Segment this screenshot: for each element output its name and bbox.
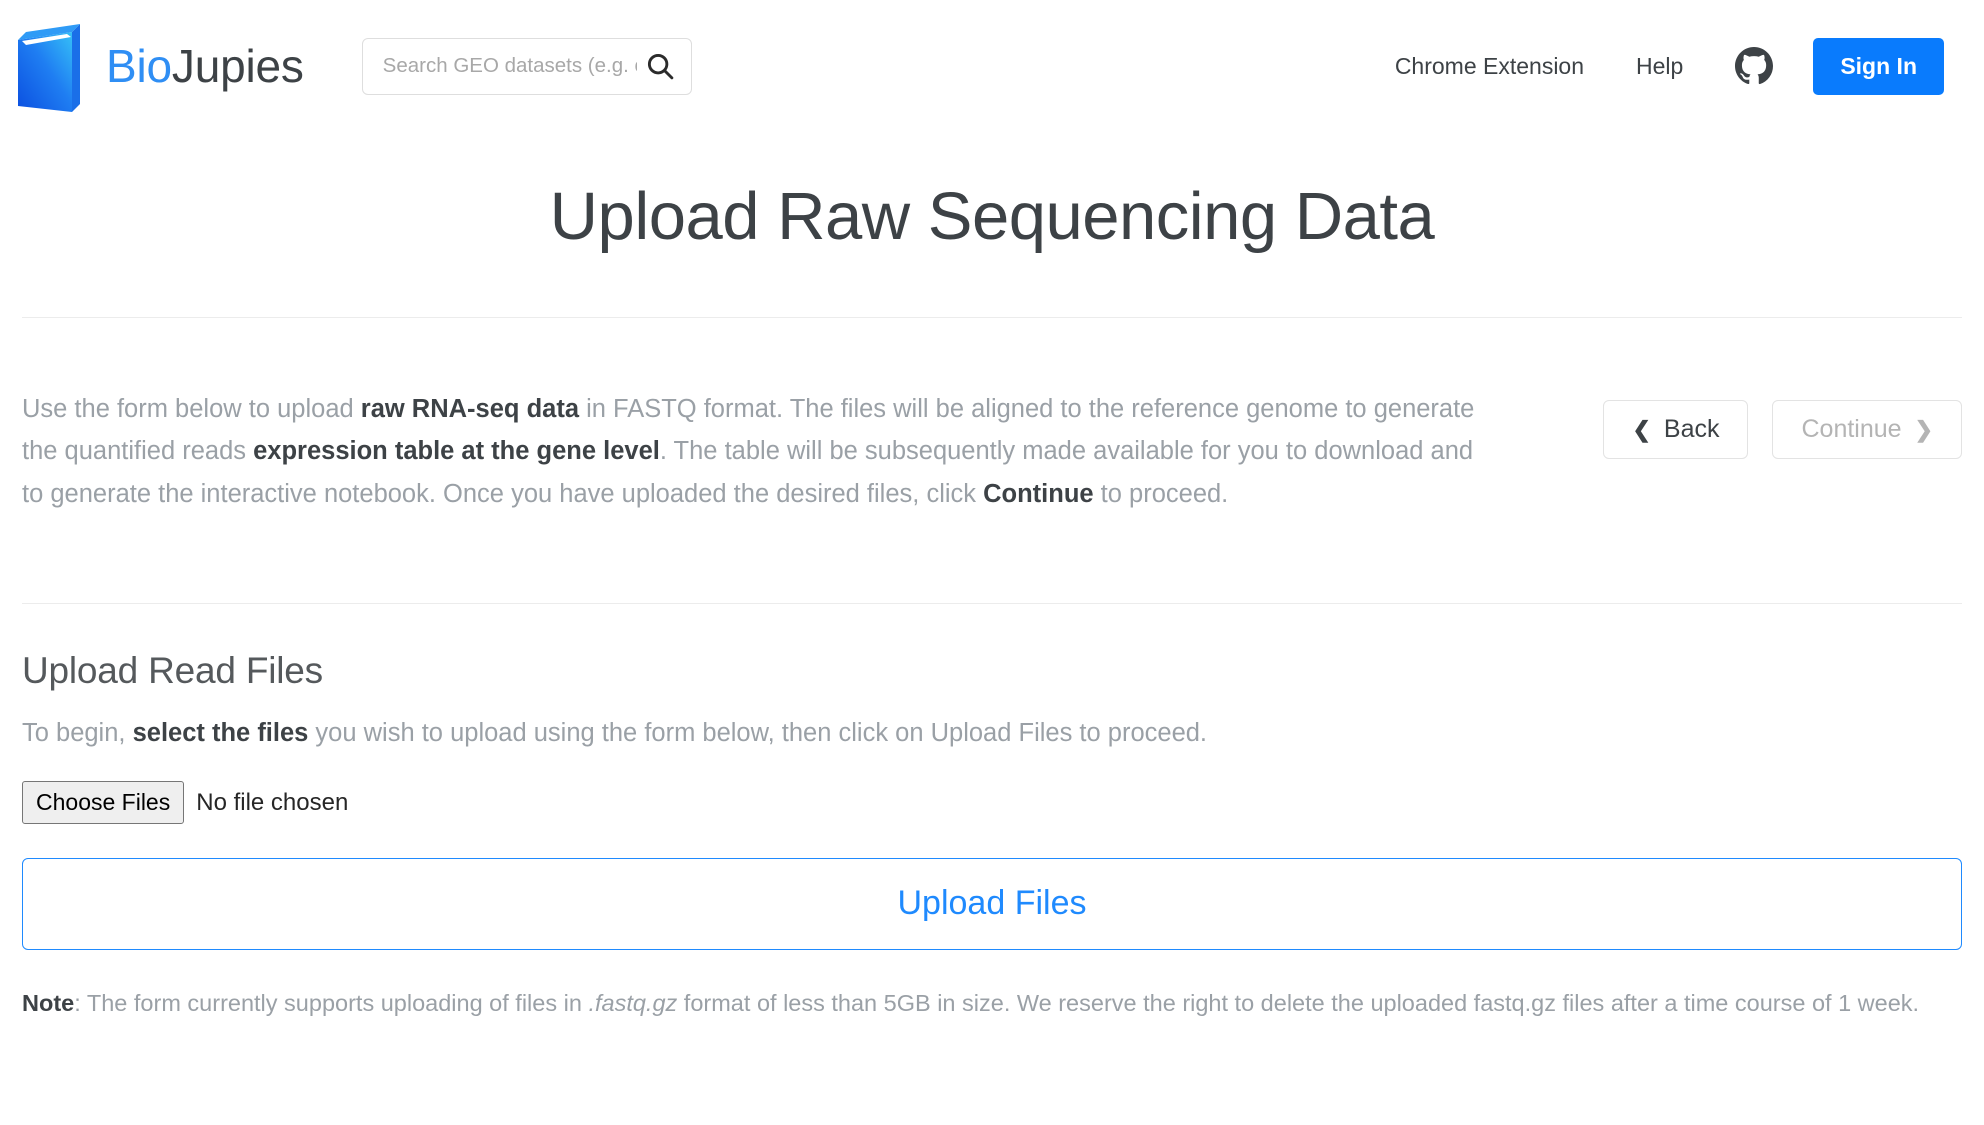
search-container [361, 37, 692, 95]
section-heading: Upload Read Files [22, 650, 323, 692]
intro-bold-2: expression table at the gene level [253, 437, 660, 466]
chevron-right-icon: ❯ [1914, 416, 1933, 442]
choose-files-button[interactable]: Choose Files [22, 780, 185, 825]
github-icon[interactable] [1709, 47, 1799, 85]
note-label: Note [22, 989, 75, 1016]
nav-link-chrome-extension[interactable]: Chrome Extension [1369, 53, 1610, 80]
back-button[interactable]: ❮ Back [1603, 400, 1749, 459]
nav-link-help[interactable]: Help [1610, 53, 1709, 80]
intro-text-4: to proceed. [1093, 480, 1229, 509]
note-format: .fastq.gz [588, 989, 678, 1016]
continue-button[interactable]: Continue ❯ [1772, 400, 1962, 459]
file-input-row: Choose Files No file chosen [22, 780, 1962, 825]
note-text-1: : The form currently supports uploading … [74, 989, 589, 1016]
wizard-nav-buttons: ❮ Back Continue ❯ [1603, 362, 1962, 459]
page-title: Upload Raw Sequencing Data [549, 179, 1435, 254]
intro-bold-1: raw RNA-seq data [360, 394, 580, 423]
section-sub-text-1: To begin, [22, 719, 133, 748]
brand-logo-link[interactable]: BioJupies [10, 20, 304, 112]
brand-text: BioJupies [106, 43, 304, 89]
file-chosen-status: No file chosen [196, 788, 349, 816]
intro-paragraph: Use the form below to upload raw RNA-seq… [22, 388, 1482, 516]
section-sub-bold: select the files [132, 719, 309, 748]
brand-prefix: Bio [106, 40, 172, 92]
upload-read-files-section: Upload Read Files To begin, select the f… [0, 604, 1984, 1021]
navbar-right: Chrome Extension Help Sign In [1369, 37, 1944, 95]
intro-bold-3: Continue [983, 480, 1094, 509]
note-text-2: format of less than 5GB in size. We rese… [677, 989, 1920, 1016]
book-icon [10, 20, 88, 112]
sign-in-button[interactable]: Sign In [1813, 37, 1944, 95]
search-input[interactable] [380, 53, 639, 79]
continue-button-label: Continue [1801, 415, 1902, 443]
top-navbar: BioJupies Chrome Extension Help Sign In [0, 0, 1984, 132]
intro-text-1: Use the form below to upload [22, 394, 361, 423]
section-subtitle: To begin, select the files you wish to u… [22, 714, 1962, 752]
intro-section: Use the form below to upload raw RNA-seq… [0, 318, 1984, 541]
search-box[interactable] [361, 37, 692, 95]
upload-files-button[interactable]: Upload Files [22, 858, 1962, 950]
search-icon[interactable] [645, 51, 675, 81]
brand-suffix: Jupies [171, 40, 304, 92]
section-sub-text-2: you wish to upload using the form below,… [308, 719, 1208, 748]
back-button-label: Back [1663, 415, 1720, 443]
chevron-left-icon: ❮ [1632, 416, 1651, 442]
upload-note: Note: The form currently supports upload… [22, 984, 1962, 1022]
